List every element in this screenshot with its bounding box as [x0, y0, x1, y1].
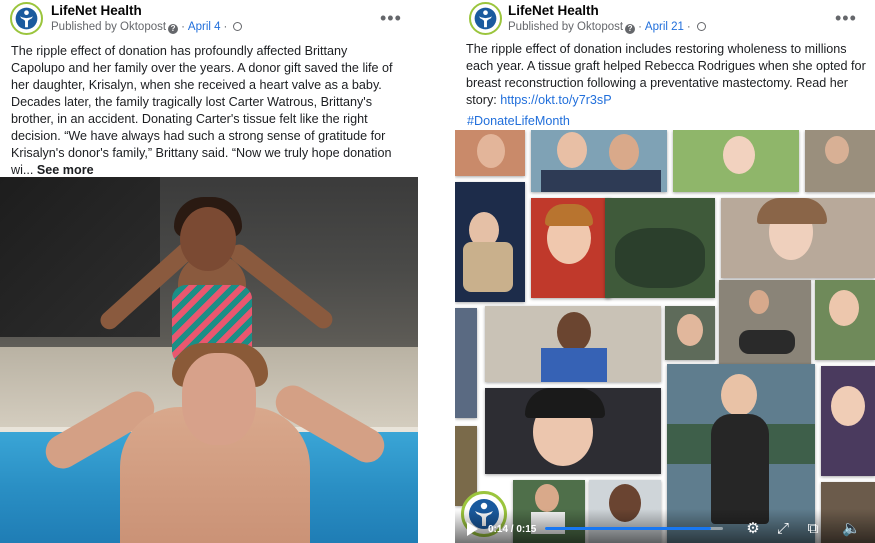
post-date[interactable]: April 21 [645, 21, 684, 33]
collage-photo [531, 130, 667, 192]
info-icon[interactable]: ? [625, 24, 636, 34]
post-card-2: LifeNet Health Published by Oktopost? · Ap… [455, 0, 875, 543]
more-options-icon[interactable]: ••• [380, 8, 402, 29]
collage-photo [455, 130, 525, 176]
hashtag-link[interactable]: #DonateLifeMonth [467, 114, 570, 128]
fullscreen-icon[interactable]: ⤢ [774, 520, 792, 538]
collage-photo [455, 182, 525, 302]
collage-photo [721, 198, 875, 278]
lifenet-logo-icon [474, 7, 497, 30]
page-avatar[interactable] [469, 2, 502, 35]
more-options-icon[interactable]: ••• [835, 8, 857, 29]
post-photo[interactable] [0, 177, 418, 543]
post-card-1: LifeNet Health Published by Oktopost? · Ap… [0, 0, 418, 543]
collage-photo [485, 388, 661, 474]
info-icon[interactable]: ? [168, 24, 179, 34]
see-more-link[interactable]: See more [37, 163, 94, 177]
video-controls: 0:14 / 0:15 ⚙ ⤢ ⧉ 🔈 [455, 509, 875, 543]
video-time: 0:14 / 0:15 [488, 524, 537, 535]
page-avatar[interactable] [10, 2, 43, 35]
post-body: The ripple effect of donation includes r… [466, 41, 866, 109]
volume-icon[interactable]: 🔈 [842, 520, 861, 538]
collage-photo [815, 280, 875, 360]
globe-icon [696, 22, 706, 31]
post-body: The ripple effect of donation has profou… [11, 43, 403, 179]
page-name[interactable]: LifeNet Health [508, 3, 599, 18]
play-icon[interactable] [467, 522, 478, 536]
lifenet-logo-icon [15, 7, 38, 30]
video-player[interactable]: 0:14 / 0:15 ⚙ ⤢ ⧉ 🔈 [455, 130, 875, 543]
collage-photo [605, 198, 715, 298]
page-name[interactable]: LifeNet Health [51, 3, 142, 18]
publisher-label: Published by Oktopost [508, 21, 624, 33]
collage-photo [719, 280, 811, 370]
collage-photo [821, 366, 875, 476]
post-meta: Published by Oktopost? · April 4 · [51, 21, 243, 34]
collage-photo [485, 306, 661, 382]
story-link[interactable]: https://okt.to/y7r3sP [500, 93, 611, 107]
globe-icon [233, 22, 243, 31]
pip-icon[interactable]: ⧉ [804, 520, 822, 538]
post-date[interactable]: April 4 [188, 21, 221, 33]
post-meta: Published by Oktopost? · April 21 · [508, 21, 706, 34]
collage-photo [673, 130, 799, 192]
progress-fill [545, 527, 711, 530]
collage-photo [805, 130, 875, 192]
collage-photo [665, 306, 715, 360]
collage-photo [531, 198, 611, 298]
feed-gap [418, 0, 455, 543]
progress-bar[interactable] [545, 527, 723, 530]
collage-photo [455, 308, 477, 418]
publisher-label: Published by Oktopost [51, 21, 167, 33]
settings-icon[interactable]: ⚙ [744, 520, 762, 538]
post-text: The ripple effect of donation has profou… [11, 44, 393, 177]
